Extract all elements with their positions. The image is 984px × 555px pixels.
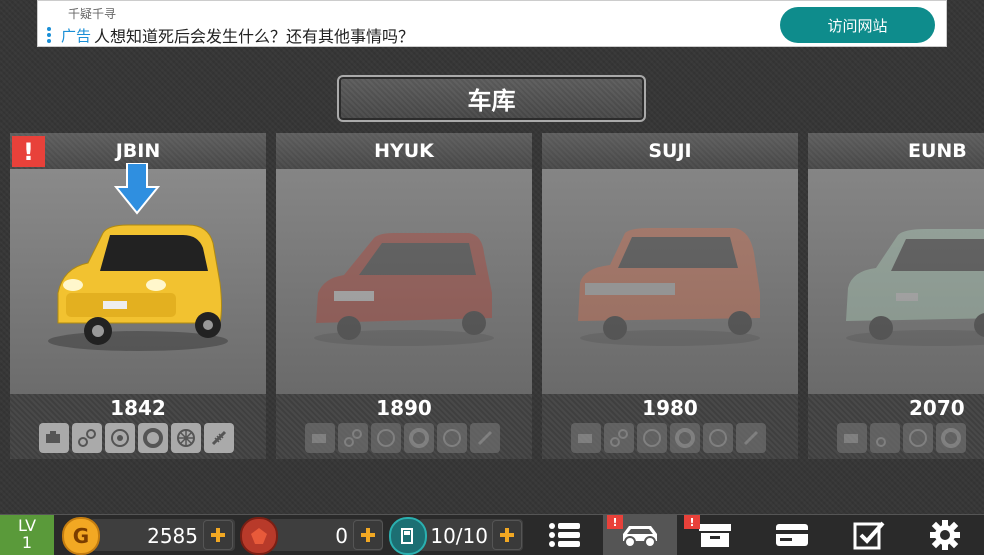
ad-visit-button[interactable]: 访问网站 bbox=[780, 7, 935, 43]
gear-belt-icon bbox=[870, 423, 900, 453]
car-price: 1980 bbox=[642, 396, 698, 420]
car-price: 2070 bbox=[909, 396, 965, 420]
storage-nav-button[interactable]: ! bbox=[678, 515, 752, 555]
wheel-icon[interactable] bbox=[171, 423, 201, 453]
parts-row bbox=[39, 423, 234, 453]
car-name: SUJI bbox=[542, 133, 798, 169]
card-nav-button[interactable] bbox=[755, 515, 829, 555]
selected-arrow-icon bbox=[114, 163, 160, 215]
alert-badge: ! bbox=[12, 136, 45, 167]
bottom-bar: LV 1 G 2585 0 10/10 ! ! bbox=[0, 514, 984, 555]
add-gem-button[interactable] bbox=[353, 520, 383, 550]
engine-icon bbox=[571, 423, 601, 453]
tire-icon bbox=[404, 423, 434, 453]
suspension-icon bbox=[736, 423, 766, 453]
level-value: 1 bbox=[21, 533, 33, 552]
parts-row bbox=[837, 423, 966, 453]
gear-belt-icon[interactable] bbox=[72, 423, 102, 453]
parts-row bbox=[571, 423, 766, 453]
ad-text: 人想知道死后会发生什么？还有其他事情吗？ bbox=[94, 27, 415, 46]
ad-menu-icon[interactable] bbox=[47, 27, 51, 45]
gem-icon bbox=[240, 517, 278, 555]
checklist-icon bbox=[853, 521, 885, 550]
engine-icon bbox=[305, 423, 335, 453]
fuel-icon bbox=[389, 517, 427, 555]
level-badge: LV 1 bbox=[0, 515, 54, 555]
tire-icon[interactable] bbox=[138, 423, 168, 453]
car-card-hyuk[interactable]: HYUK 1890 bbox=[276, 133, 532, 459]
list-button[interactable] bbox=[528, 515, 602, 555]
nav-alert-badge: ! bbox=[607, 515, 623, 529]
gear-belt-icon bbox=[338, 423, 368, 453]
storage-icon bbox=[699, 524, 731, 547]
ad-tag: 广告 bbox=[61, 27, 92, 45]
car-card-suji[interactable]: SUJI 1980 bbox=[542, 133, 798, 459]
turbo-icon bbox=[903, 423, 933, 453]
gold-coin-icon: G bbox=[62, 517, 100, 555]
car-image bbox=[48, 224, 228, 351]
suspension-icon bbox=[470, 423, 500, 453]
level-label: LV bbox=[17, 516, 37, 535]
car-display bbox=[542, 169, 798, 394]
gem-value: 0 bbox=[335, 524, 348, 548]
car-image bbox=[314, 233, 494, 346]
mission-nav-button[interactable] bbox=[832, 515, 906, 555]
gear-belt-icon bbox=[604, 423, 634, 453]
add-fuel-button[interactable] bbox=[492, 520, 522, 550]
tire-icon bbox=[936, 423, 966, 453]
garage-nav-button[interactable]: ! bbox=[603, 515, 677, 555]
ad-banner[interactable]: 千疑千寻 广告 人想知道死后会发生什么？还有其他事情吗？ 访问网站 bbox=[37, 0, 947, 47]
engine-icon bbox=[837, 423, 867, 453]
car-name: HYUK bbox=[276, 133, 532, 169]
page-title: 车库 bbox=[337, 75, 646, 122]
settings-icon bbox=[930, 520, 960, 550]
card-icon bbox=[776, 524, 808, 546]
car-icon bbox=[623, 526, 657, 548]
turbo-icon bbox=[371, 423, 401, 453]
car-image bbox=[578, 228, 760, 346]
add-gold-button[interactable] bbox=[203, 520, 233, 550]
ad-source: 千疑千寻 bbox=[68, 7, 117, 21]
car-display bbox=[808, 169, 984, 394]
turbo-icon bbox=[637, 423, 667, 453]
turbo-icon[interactable] bbox=[105, 423, 135, 453]
car-card-eunb[interactable]: EUNB 2070 bbox=[808, 133, 984, 459]
tire-icon bbox=[670, 423, 700, 453]
car-display bbox=[10, 163, 266, 394]
car-card-jbin[interactable]: JBIN ! 1842 bbox=[10, 133, 266, 459]
settings-nav-button[interactable] bbox=[908, 515, 982, 555]
gold-value: 2585 bbox=[147, 524, 198, 548]
car-image bbox=[846, 229, 984, 346]
car-name: EUNB bbox=[808, 133, 984, 169]
car-price: 1890 bbox=[376, 396, 432, 420]
fuel-value: 10/10 bbox=[430, 524, 488, 548]
list-icon bbox=[549, 523, 580, 547]
engine-icon[interactable] bbox=[39, 423, 69, 453]
car-price: 1842 bbox=[110, 396, 166, 420]
parts-row bbox=[305, 423, 500, 453]
wheel-icon bbox=[703, 423, 733, 453]
nav-alert-badge: ! bbox=[684, 515, 700, 529]
wheel-icon bbox=[437, 423, 467, 453]
car-display bbox=[276, 169, 532, 394]
suspension-icon[interactable] bbox=[204, 423, 234, 453]
